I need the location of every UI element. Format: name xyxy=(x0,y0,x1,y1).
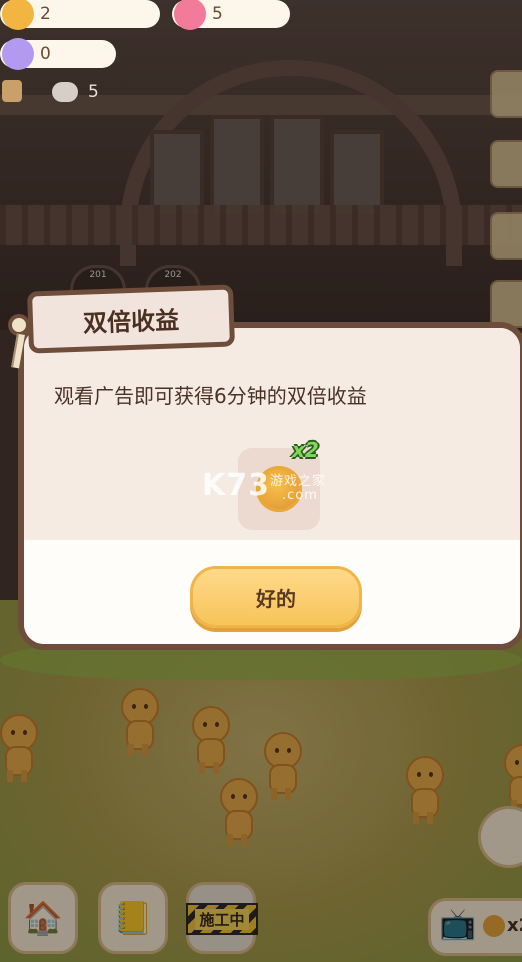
visitor-icon xyxy=(52,82,78,102)
visitor-count: 5 xyxy=(88,82,99,102)
candy-icon xyxy=(174,0,206,30)
megaphone-icon xyxy=(2,80,22,102)
double-income-dialog: 观看广告即可获得6分钟的双倍收益 x2 K73 游戏之家 .com 好的 xyxy=(18,322,522,650)
coin-count: 2 xyxy=(40,4,51,24)
watermark: K73 游戏之家 .com xyxy=(202,468,325,503)
multiplier-badge: x2 xyxy=(292,438,319,462)
watermark-sub: 游戏之家 xyxy=(270,474,327,489)
watermark-main: K73 xyxy=(202,468,270,503)
watermark-domain: .com xyxy=(282,488,318,503)
candy-count: 5 xyxy=(212,4,223,24)
dialog-title: 双倍收益 xyxy=(26,284,236,354)
dialog-description: 观看广告即可获得6分钟的双倍收益 xyxy=(54,384,367,408)
confirm-button[interactable]: 好的 xyxy=(190,566,362,628)
gem-icon xyxy=(2,38,34,70)
gem-count: 0 xyxy=(40,44,51,64)
coin-counter[interactable]: 2 xyxy=(0,0,160,30)
candy-counter[interactable]: 5 xyxy=(172,0,290,30)
visitor-counter: 5 xyxy=(0,80,130,104)
tag-knot xyxy=(8,314,30,336)
cookie-coin-icon xyxy=(2,0,34,30)
gem-counter[interactable]: 0 xyxy=(0,38,116,70)
